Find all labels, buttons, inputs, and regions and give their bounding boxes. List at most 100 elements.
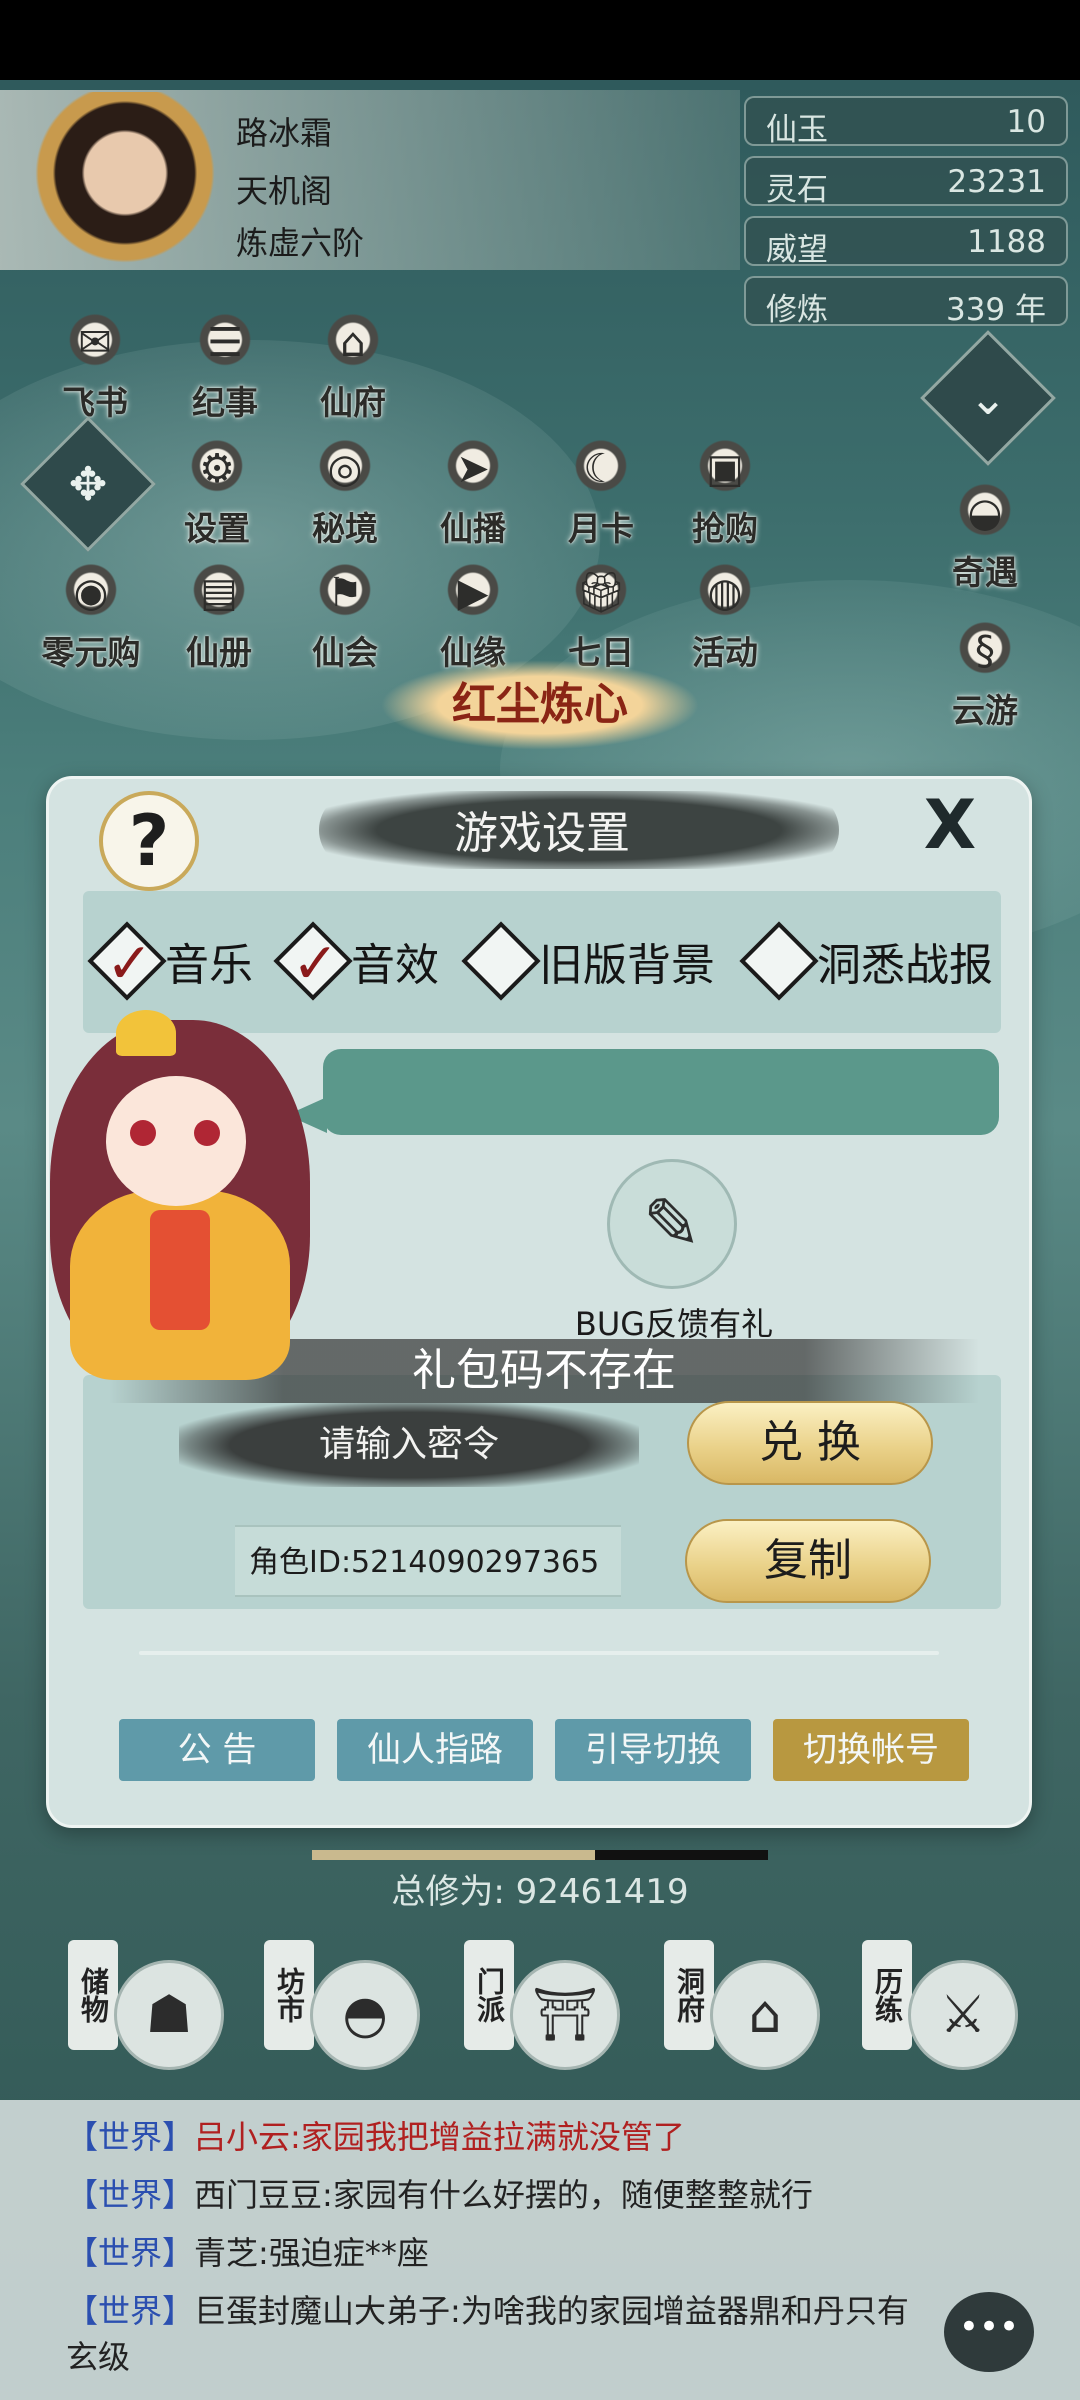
- cultivation-progress-bar: [312, 1850, 768, 1860]
- nav-label: 门派: [464, 1940, 514, 2050]
- help-button[interactable]: ?: [99, 791, 199, 891]
- chat-channel: 【世界】: [66, 2234, 195, 2272]
- chat-sender: 西门豆豆:: [194, 2176, 333, 2214]
- resource-cultivation-years[interactable]: 修炼 339 年: [744, 276, 1068, 328]
- icon-label: 设置: [184, 509, 250, 548]
- nav-label: 储物: [68, 1940, 118, 2050]
- mansion-button[interactable]: ⌂ 仙府: [298, 310, 408, 422]
- chat-text: 家园我把增益拉满就没管了: [300, 2118, 685, 2156]
- resource-label: 修炼: [766, 292, 828, 328]
- total-cultivation-value: 92461419: [515, 1872, 689, 1912]
- resource-jade[interactable]: 仙玉 10: [744, 96, 1068, 148]
- icon-label: 活动: [692, 633, 758, 672]
- close-button[interactable]: X: [915, 791, 985, 861]
- player-rank: 炼虚六阶: [236, 224, 365, 262]
- sword-icon: ⚔: [908, 1960, 1018, 2070]
- checkbox-checked-icon: [87, 921, 167, 1001]
- immortal-book-button[interactable]: ▤ 仙册: [164, 560, 274, 672]
- player-sect: 天机阁: [236, 172, 333, 210]
- player-avatar[interactable]: [20, 92, 230, 272]
- resource-label: 威望: [766, 232, 828, 268]
- chat-message: 【世界】西门豆豆:家园有什么好摆的，随便整整就行: [66, 2170, 966, 2216]
- chronicle-button[interactable]: ☰ 纪事: [170, 310, 280, 422]
- nav-storage[interactable]: 储物 ☗: [54, 1940, 234, 2090]
- chat-open-button[interactable]: •••: [944, 2292, 1034, 2372]
- vortex-icon: ◎: [305, 436, 385, 502]
- icon-label: 纪事: [192, 383, 258, 422]
- chest-icon: ▣: [685, 436, 765, 502]
- settings-button[interactable]: ⚙ 设置: [162, 436, 272, 548]
- chat-channel: 【世界】: [66, 2292, 195, 2330]
- immortal-broadcast-button[interactable]: ➤ 仙播: [418, 436, 528, 548]
- events-button[interactable]: ◍ 活动: [670, 560, 780, 672]
- resource-label: 灵石: [766, 172, 828, 208]
- gift-code-input[interactable]: 请输入密令: [179, 1403, 639, 1487]
- chat-sender: 吕小云:: [194, 2118, 301, 2156]
- icon-label: 抢购: [692, 509, 758, 548]
- resource-value: 23231: [947, 164, 1046, 200]
- status-bar: [0, 0, 1080, 80]
- signpost-icon: ➤: [433, 436, 513, 502]
- chevron-down-icon: ⌄: [968, 371, 1008, 425]
- checkbox-unchecked-icon: [739, 921, 819, 1001]
- icon-label: 云游: [952, 691, 1018, 730]
- option-music[interactable]: 音乐: [87, 921, 253, 1001]
- resource-prestige[interactable]: 威望 1188: [744, 216, 1068, 268]
- guide-switch-button[interactable]: 引导切换: [555, 1719, 751, 1781]
- flash-sale-button[interactable]: ▣ 抢购: [670, 436, 780, 548]
- total-cultivation: 总修为: 92461419: [0, 1864, 1080, 1913]
- resource-value: 339 年: [945, 292, 1046, 328]
- bowl-icon: ◒: [945, 480, 1025, 546]
- option-label: 洞悉战报: [817, 940, 993, 991]
- card-icon: ☾: [561, 436, 641, 502]
- copy-button[interactable]: 复制: [685, 1519, 931, 1603]
- event-banner[interactable]: 红尘炼心: [380, 660, 700, 750]
- zero-yuan-shop-button[interactable]: ◉ 零元购: [36, 560, 146, 672]
- resource-value: 1188: [967, 224, 1046, 260]
- gift-icon: 🎁︎: [561, 560, 641, 626]
- chat-message: 【世界】吕小云:家园我把增益拉满就没管了: [66, 2112, 966, 2158]
- icon-label: 飞书: [62, 383, 128, 422]
- icon-label: 仙府: [320, 383, 386, 422]
- nav-label: 洞府: [664, 1940, 714, 2050]
- nav-sect[interactable]: 门派 ⛩: [450, 1940, 630, 2090]
- guide-character: [10, 990, 350, 1380]
- nav-cave[interactable]: 洞府 ⌂: [650, 1940, 830, 2090]
- gear-icon: ⚙: [177, 436, 257, 502]
- book-icon: ▤: [179, 560, 259, 626]
- immortal-guild-button[interactable]: ⚑ 仙会: [290, 560, 400, 672]
- option-label: 旧版背景: [539, 940, 715, 991]
- icon-label: 零元购: [41, 633, 141, 672]
- icon-label: 秘境: [312, 509, 378, 548]
- move-arrows-icon: ✥: [68, 457, 108, 511]
- announcement-button[interactable]: 公 告: [119, 1719, 315, 1781]
- play-icon: ▶: [433, 560, 513, 626]
- banner-icon: ⚑: [305, 560, 385, 626]
- immortal-fate-button[interactable]: ▶ 仙缘: [418, 560, 528, 672]
- letter-icon: ✉: [55, 310, 135, 376]
- secret-realm-button[interactable]: ◎ 秘境: [290, 436, 400, 548]
- seven-day-button[interactable]: 🎁︎ 七日: [546, 560, 656, 672]
- chat-sender: 青芝:: [194, 2234, 269, 2272]
- adventure-button[interactable]: ◒ 奇遇: [930, 480, 1040, 592]
- pavilion-icon: ⌂: [710, 1960, 820, 2070]
- redeem-button[interactable]: 兑 换: [687, 1401, 933, 1485]
- resource-label: 仙玉: [766, 112, 828, 148]
- nav-training[interactable]: 历练 ⚔: [848, 1940, 1028, 2090]
- edit-icon[interactable]: ✎: [607, 1159, 737, 1289]
- wander-button[interactable]: § 云游: [930, 618, 1040, 730]
- option-old-background[interactable]: 旧版背景: [461, 921, 715, 1001]
- ingot-icon: ◓: [310, 1960, 420, 2070]
- coins-icon: ◉: [51, 560, 131, 626]
- resource-spirit-stone[interactable]: 灵石 23231: [744, 156, 1068, 208]
- letters-button[interactable]: ✉ 飞书: [40, 310, 150, 422]
- switch-account-button[interactable]: 切换帐号: [773, 1719, 969, 1781]
- option-battle-report[interactable]: 洞悉战报: [739, 921, 993, 1001]
- icon-label: 奇遇: [952, 553, 1018, 592]
- option-sound-effects[interactable]: 音效: [273, 921, 439, 1001]
- immortal-guide-button[interactable]: 仙人指路: [337, 1719, 533, 1781]
- nav-market[interactable]: 坊市 ◓: [250, 1940, 430, 2090]
- chat-text: 家园有什么好摆的，随便整整就行: [332, 2176, 813, 2214]
- monthly-card-button[interactable]: ☾ 月卡: [546, 436, 656, 548]
- nav-label: 历练: [862, 1940, 912, 2050]
